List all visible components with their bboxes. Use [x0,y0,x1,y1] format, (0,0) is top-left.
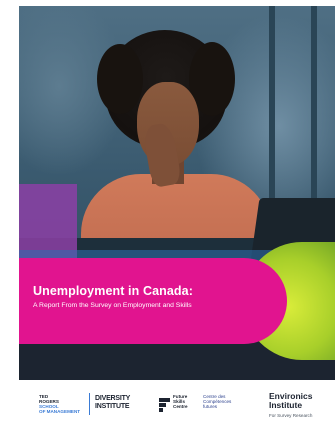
title-banner [19,258,287,344]
purple-overlay [19,184,77,260]
partner-logos: TED ROGERS SCHOOL OF MANAGEMENT DIVERSIT… [19,380,335,433]
report-subtitle: A Report From the Survey on Employment a… [33,302,192,309]
report-title: Unemployment in Canada: [33,284,193,298]
future-skills-logo: Future Skills Centre [173,394,188,409]
report-cover: Unemployment in Canada: A Report From th… [19,6,335,380]
logo-divider [89,393,90,415]
ted-rogers-logo: TED ROGERS SCHOOL OF MANAGEMENT [39,394,81,414]
diversity-institute-logo: DIVERSITY INSTITUTE [95,395,131,410]
environics-institute-logo: Environics Institute For Survey Research [269,391,313,419]
future-skills-fr-logo: Centre des Compétences futures [203,394,232,409]
future-skills-mark-icon [159,398,170,412]
